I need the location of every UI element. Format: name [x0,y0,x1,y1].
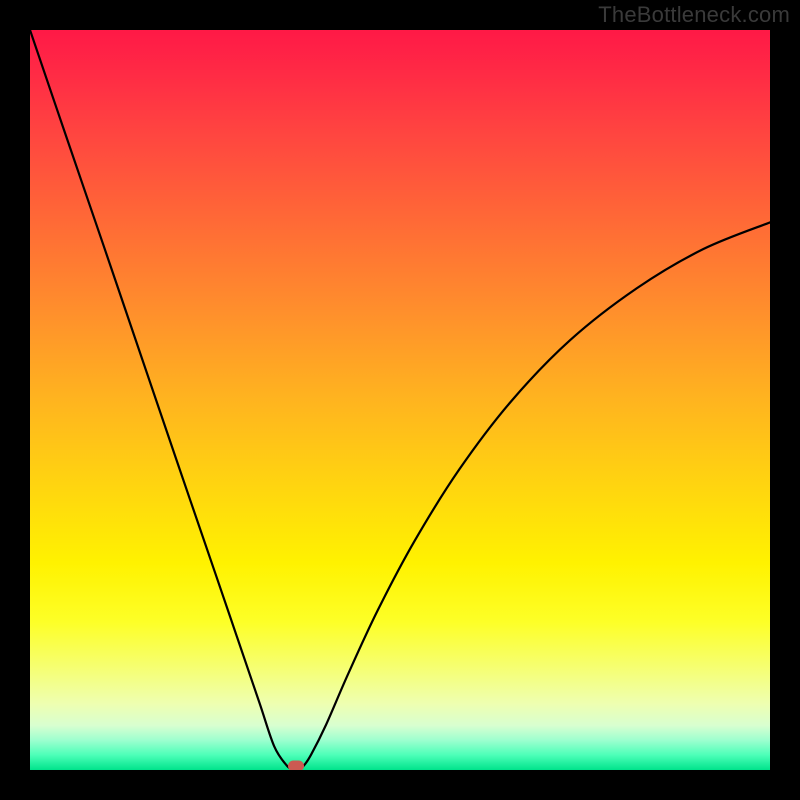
plot-area [30,30,770,770]
bottleneck-curve [30,30,770,770]
chart-frame: TheBottleneck.com [0,0,800,800]
minimum-marker [288,760,304,770]
watermark-text: TheBottleneck.com [598,2,790,28]
